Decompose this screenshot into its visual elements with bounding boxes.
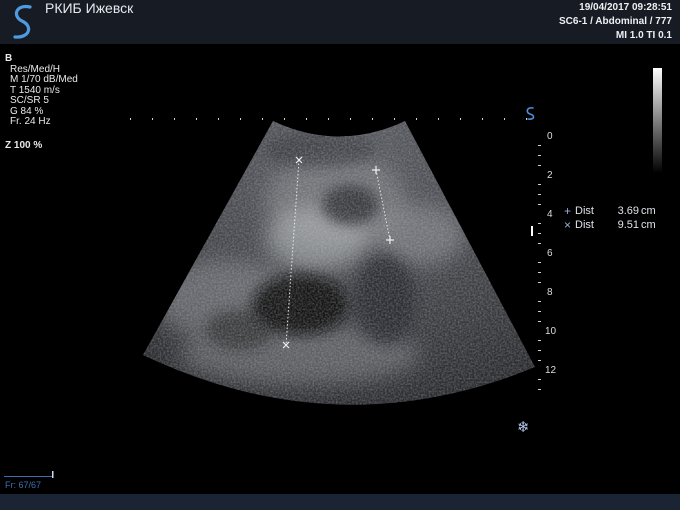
snowflake-freeze-icon[interactable]: ❄: [517, 418, 530, 436]
footer-bar: [0, 494, 680, 510]
cine-frame-counter: Fr: 67/67: [5, 480, 42, 490]
measurement-unit: cm: [641, 219, 656, 231]
depth-label-10: 10: [545, 326, 557, 337]
cine-progress-bar[interactable]: [4, 470, 56, 480]
ultrasound-image: 0 2 4 6 8 10 12: [130, 107, 557, 405]
focus-marker: [531, 226, 533, 236]
plus-caliper-icon: +: [564, 204, 572, 218]
measurement-unit: cm: [641, 205, 656, 217]
grayscale-bar: [653, 68, 662, 173]
measurement-value: 9.51: [617, 219, 639, 231]
lateral-scale: [130, 118, 527, 120]
scan-sector: [143, 121, 535, 405]
measurement-label: Dist: [575, 205, 594, 217]
x-caliper-icon: ×: [564, 218, 572, 232]
depth-label-8: 8: [547, 287, 553, 298]
depth-label-0: 0: [547, 131, 553, 142]
ultrasound-screen: РКИБ Ижевск 19/04/2017 09:28:51 SC6-1 / …: [0, 0, 680, 510]
measurement-results: + Dist 3.69 cm × Dist 9.51 cm: [564, 204, 656, 232]
measurement-row: + Dist 3.69 cm: [564, 204, 656, 218]
depth-label-2: 2: [547, 170, 553, 181]
measurement-value: 3.69: [617, 205, 639, 217]
depth-scale: 0 2 4 6 8 10 12: [538, 131, 557, 390]
depth-label-4: 4: [547, 209, 553, 220]
measurement-label: Dist: [575, 219, 594, 231]
measurement-row: × Dist 9.51 cm: [564, 218, 656, 232]
depth-label-12: 12: [545, 365, 557, 376]
orientation-marker-icon: [526, 107, 535, 120]
depth-label-6: 6: [547, 248, 553, 259]
